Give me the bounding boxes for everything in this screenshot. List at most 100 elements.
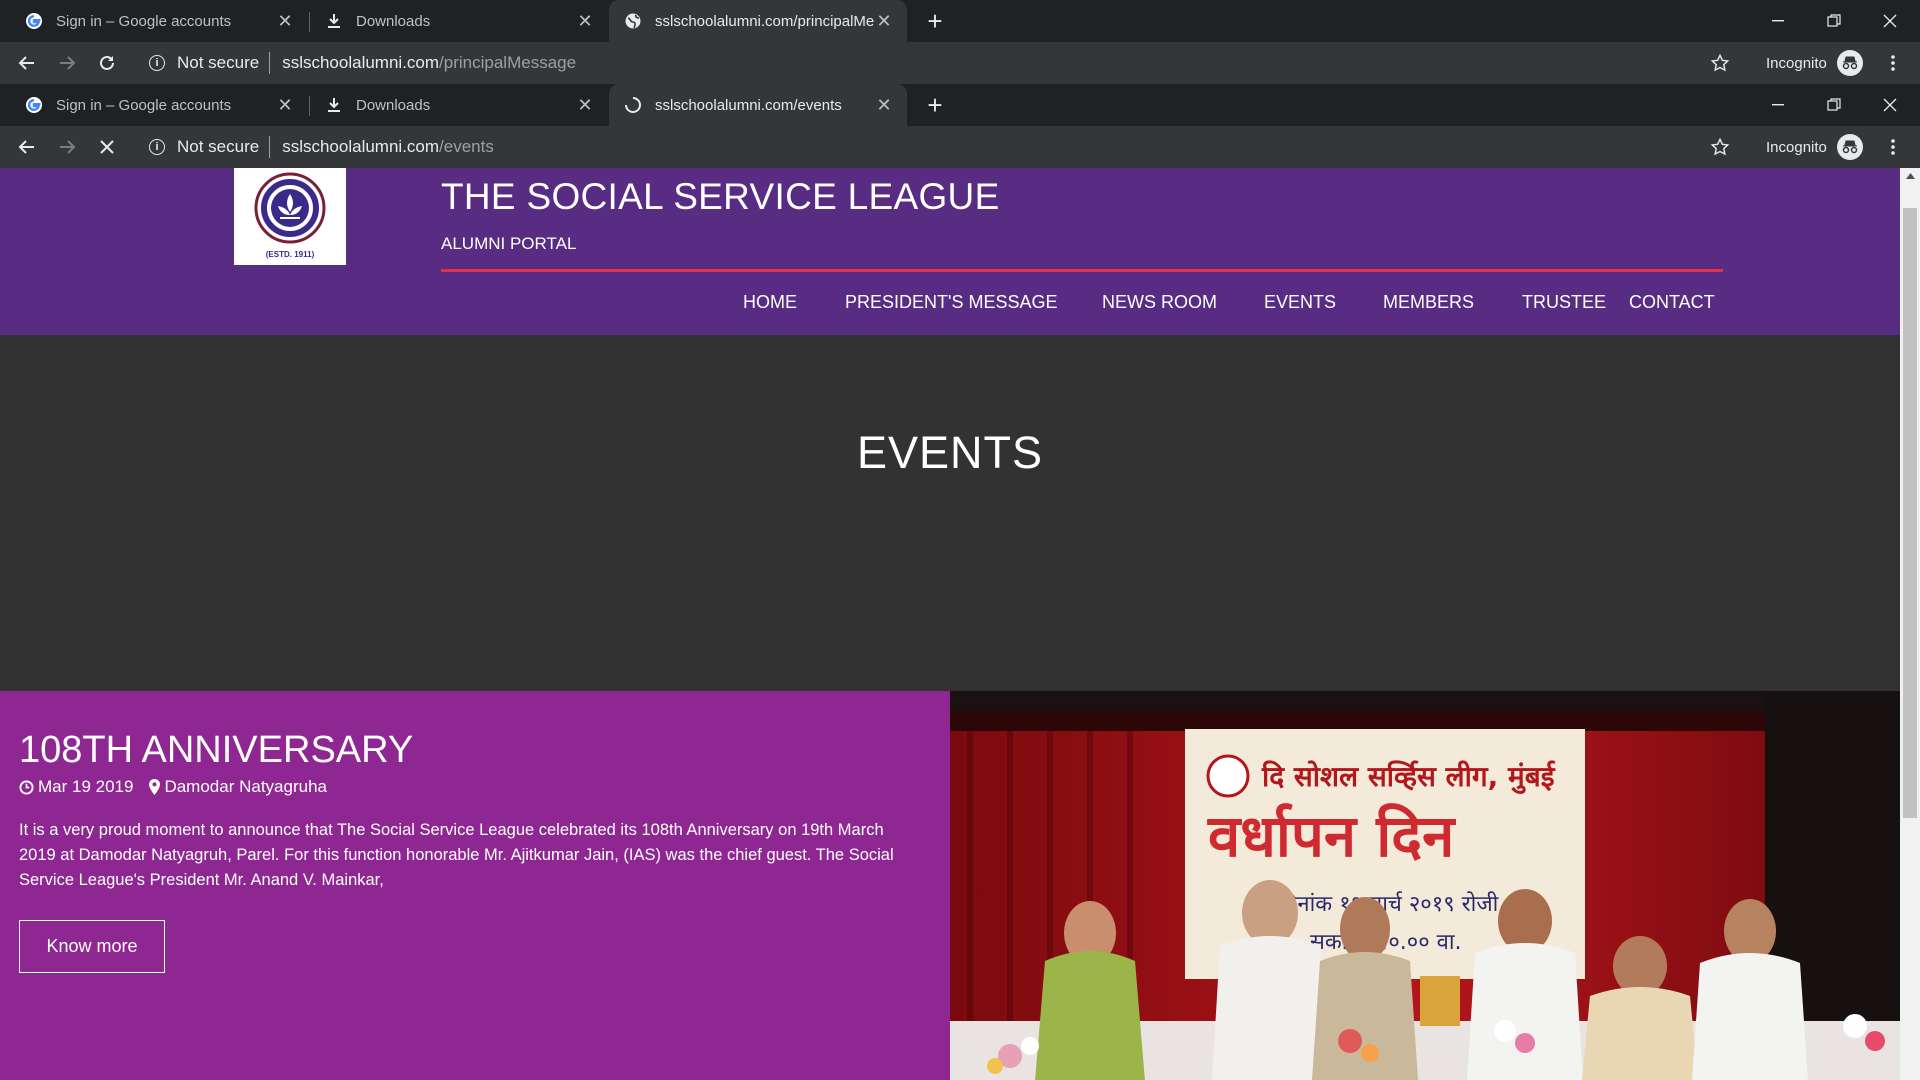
site-security-indicator[interactable]: i Not secure sslschoolalumni.com/events <box>149 126 494 168</box>
site-security-indicator[interactable]: i Not secure sslschoolalumni.com/princip… <box>149 42 576 84</box>
banner-line-2: वर्धापन दिन <box>1207 802 1456 870</box>
url-host: sslschoolalumni.com <box>282 53 440 72</box>
address-bar[interactable]: sslschoolalumni.com/principalMessage <box>282 53 576 73</box>
google-g-icon <box>24 11 44 31</box>
tabstrip: Sign in – Google accounts ✕ Downloads ✕ … <box>0 84 1920 126</box>
close-tab-icon[interactable]: ✕ <box>875 95 893 116</box>
event-title: 108TH ANNIVERSARY <box>19 729 414 771</box>
minimize-icon[interactable] <box>1750 0 1806 42</box>
nav-presidents-message[interactable]: PRESIDENT'S MESSAGE <box>845 292 1057 318</box>
reload-icon[interactable] <box>87 42 127 84</box>
url-path: /principalMessage <box>439 53 577 72</box>
back-window-tabstrip: Sign in – Google accounts ✕ Downloads ✕ … <box>0 0 1920 42</box>
event-description: It is a very proud moment to announce th… <box>19 821 894 889</box>
banner-line-1: दि सोशल सर्व्हिस लीग, मुंबई <box>1261 760 1556 794</box>
tab-title: sslschoolalumni.com/events <box>655 96 842 114</box>
new-tab-button[interactable]: + <box>917 84 953 126</box>
url-path: /events <box>439 137 494 156</box>
site-logo[interactable]: (ESTD. 1911) <box>234 168 346 265</box>
tab-title: Sign in – Google accounts <box>56 96 232 114</box>
google-g-icon <box>24 95 44 115</box>
browser-menu-icon[interactable] <box>1878 42 1908 84</box>
tab-title: Downloads <box>356 96 431 114</box>
stop-loading-icon[interactable] <box>87 126 127 168</box>
close-tab-icon[interactable]: ✕ <box>875 11 893 32</box>
site-header: (ESTD. 1911) THE SOCIAL SERVICE LEAGUE A… <box>0 168 1900 335</box>
nav-home[interactable]: HOME <box>743 292 797 318</box>
incognito-label: Incognito <box>1766 138 1827 156</box>
forward-arrow-icon[interactable] <box>47 126 87 168</box>
close-window-icon[interactable] <box>1862 0 1918 42</box>
incognito-label: Incognito <box>1766 54 1827 72</box>
nav-events[interactable]: EVENTS <box>1264 292 1336 318</box>
incognito-indicator[interactable]: Incognito <box>1766 126 1863 168</box>
forward-arrow-icon[interactable] <box>47 42 87 84</box>
know-more-button[interactable]: Know more <box>19 920 165 973</box>
tab-title: sslschoolalumni.com/principalMe <box>655 12 875 30</box>
nav-contact[interactable]: CONTACT <box>1629 292 1715 318</box>
incognito-icon <box>1836 134 1863 160</box>
incognito-indicator[interactable]: Incognito <box>1766 42 1863 84</box>
download-icon <box>324 95 344 115</box>
info-icon: i <box>149 139 165 155</box>
back-tab-google-signin[interactable]: Sign in – Google accounts ✕ <box>10 0 308 42</box>
league-emblem-icon <box>254 172 326 243</box>
back-arrow-icon[interactable] <box>7 126 47 168</box>
anniversary-photo-illustration: दि सोशल सर्व्हिस लीग, मुंबई वर्धापन दिन … <box>950 691 1900 1080</box>
nav-trustee[interactable]: TRUSTEE <box>1522 292 1606 318</box>
clock-icon <box>19 779 34 795</box>
site-subtitle: ALUMNI PORTAL <box>441 234 577 253</box>
address-bar[interactable]: sslschoolalumni.com/events <box>282 137 494 157</box>
scrollbar-thumb[interactable] <box>1903 208 1917 818</box>
bookmark-star-icon[interactable] <box>1700 42 1740 84</box>
header-divider <box>441 269 1723 272</box>
close-tab-icon[interactable]: ✕ <box>576 95 594 116</box>
event-date: Mar 19 2019 <box>38 777 134 796</box>
globe-icon <box>623 11 643 31</box>
nav-members[interactable]: MEMBERS <box>1383 292 1474 318</box>
logo-caption: (ESTD. 1911) <box>265 250 315 259</box>
restore-icon[interactable] <box>1806 84 1862 126</box>
tab-google-signin[interactable]: Sign in – Google accounts ✕ <box>10 84 308 126</box>
security-label: Not secure <box>177 53 260 72</box>
event-card: 108TH ANNIVERSARY Mar 19 2019 Damodar Na… <box>0 691 950 1080</box>
loading-spinner-icon <box>623 95 643 115</box>
back-arrow-icon[interactable] <box>7 42 47 84</box>
restore-icon[interactable] <box>1806 0 1862 42</box>
tab-downloads[interactable]: Downloads ✕ <box>310 84 608 126</box>
back-tab-downloads[interactable]: Downloads ✕ <box>310 0 608 42</box>
close-tab-icon[interactable]: ✕ <box>276 95 294 116</box>
url-host: sslschoolalumni.com <box>282 137 440 156</box>
minimize-icon[interactable] <box>1750 84 1806 126</box>
tab-title: Sign in – Google accounts <box>56 12 232 30</box>
back-tab-principal-message[interactable]: sslschoolalumni.com/principalMe ✕ <box>609 0 907 42</box>
page-viewport: (ESTD. 1911) THE SOCIAL SERVICE LEAGUE A… <box>0 168 1900 1080</box>
nav-news-room[interactable]: NEWS ROOM <box>1102 292 1217 318</box>
tab-title: Downloads <box>356 12 431 30</box>
map-marker-icon <box>149 779 161 795</box>
bookmark-star-icon[interactable] <box>1700 126 1740 168</box>
scroll-up-arrow-icon[interactable] <box>1900 168 1920 184</box>
back-window-toolbar: i Not secure sslschoolalumni.com/princip… <box>0 42 1920 84</box>
banner-line-3: दिनांक १९ मार्च २०१९ रोजी <box>1280 891 1499 917</box>
event-meta: Mar 19 2019 Damodar Natyagruha <box>19 777 327 797</box>
download-icon <box>324 11 344 31</box>
page-title: EVENTS <box>856 427 1044 478</box>
event-photo[interactable]: दि सोशल सर्व्हिस लीग, मुंबई वर्धापन दिन … <box>950 691 1900 1080</box>
new-tab-button[interactable]: + <box>917 0 953 42</box>
close-window-icon[interactable] <box>1862 84 1918 126</box>
event-location: Damodar Natyagruha <box>164 777 327 796</box>
close-tab-icon[interactable]: ✕ <box>276 11 294 32</box>
close-tab-icon[interactable]: ✕ <box>576 11 594 32</box>
omnibox-divider <box>269 52 271 74</box>
info-icon: i <box>149 55 165 71</box>
omnibox-divider <box>269 136 271 158</box>
security-label: Not secure <box>177 137 260 156</box>
events-hero: EVENTS <box>0 335 1900 691</box>
browser-menu-icon[interactable] <box>1878 126 1908 168</box>
incognito-icon <box>1836 50 1863 76</box>
site-title: THE SOCIAL SERVICE LEAGUE <box>441 176 1000 217</box>
page-scrollbar[interactable] <box>1900 168 1920 1080</box>
toolbar: i Not secure sslschoolalumni.com/events … <box>0 126 1920 168</box>
tab-events[interactable]: sslschoolalumni.com/events ✕ <box>609 84 907 126</box>
